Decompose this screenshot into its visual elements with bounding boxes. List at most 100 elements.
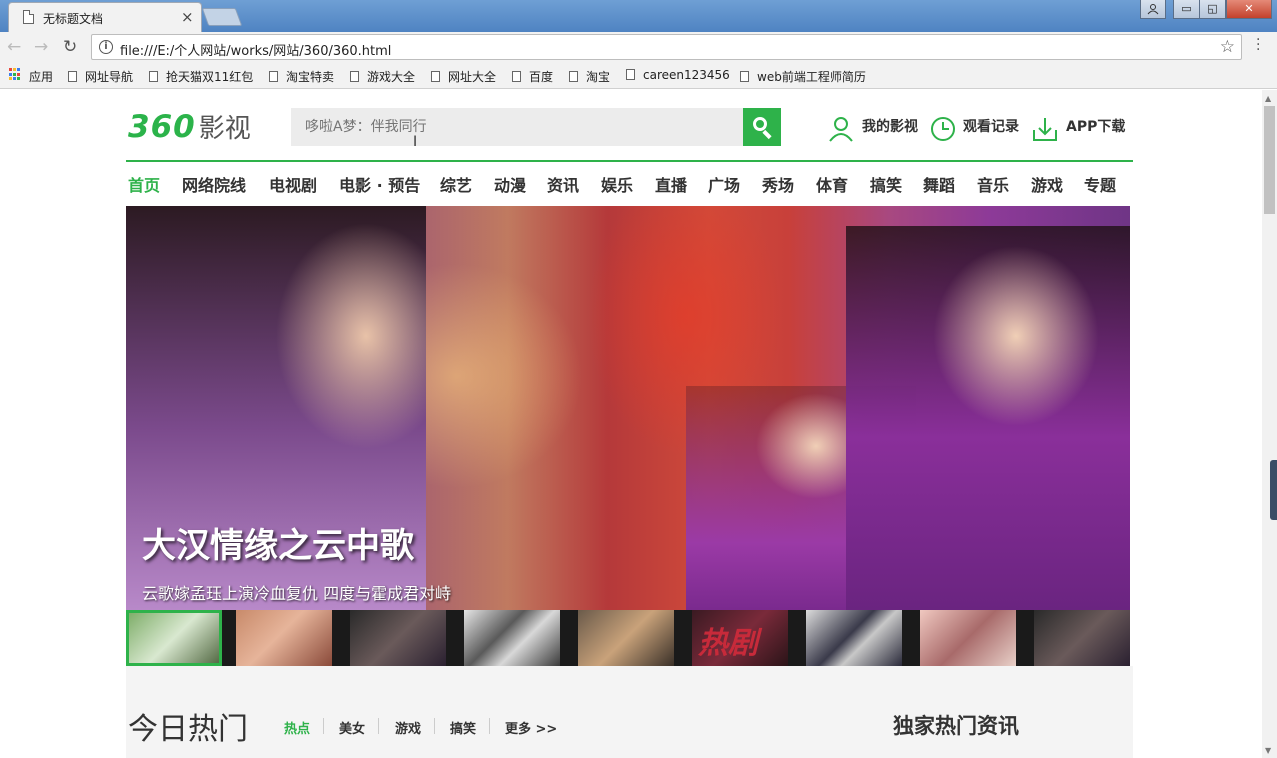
nav-home[interactable]: 首页 — [128, 172, 160, 196]
banner-image-right — [846, 226, 1130, 610]
thumbnail-item[interactable] — [806, 610, 902, 666]
main-nav: 首页 网络院线 电视剧 电影 · 预告 综艺 动漫 资讯 娱乐 直播 广场 秀场… — [126, 160, 1133, 206]
page-icon — [626, 69, 635, 80]
user-icon — [1147, 4, 1159, 15]
nav-web-cinema[interactable]: 网络院线 — [182, 172, 246, 196]
bookmark-item[interactable]: 游戏大全 — [350, 68, 415, 85]
search-input[interactable] — [291, 108, 743, 146]
page-icon — [149, 71, 158, 82]
browser-toolbar: ← → ↻ i file:///E:/个人网站/works/网站/360/360… — [0, 32, 1277, 62]
nav-entertainment[interactable]: 娱乐 — [601, 172, 633, 196]
scroll-up-icon[interactable]: ▲ — [1265, 94, 1271, 103]
search-box — [291, 108, 743, 146]
exclusive-news-title: 独家热门资讯 — [893, 714, 1019, 738]
url-text[interactable]: file:///E:/个人网站/works/网站/360/360.html — [120, 40, 391, 59]
nav-anime[interactable]: 动漫 — [494, 172, 526, 196]
scrollbar-thumb[interactable] — [1264, 106, 1275, 214]
tab-close-icon[interactable]: × — [181, 8, 194, 26]
bookmark-item[interactable]: web前端工程师简历 — [740, 68, 866, 85]
page-icon — [350, 71, 359, 82]
bookmark-item[interactable]: 淘宝特卖 — [269, 68, 334, 85]
tab-title: 无标题文档 — [43, 12, 104, 26]
nav-show[interactable]: 秀场 — [762, 172, 794, 196]
hot-tab-trending[interactable]: 热点 — [284, 718, 310, 737]
nav-sports[interactable]: 体育 — [816, 172, 848, 196]
thumbnail-item[interactable] — [126, 610, 222, 666]
bookmark-item[interactable]: 淘宝 — [569, 68, 610, 85]
nav-live[interactable]: 直播 — [655, 172, 687, 196]
download-icon[interactable] — [1032, 116, 1058, 142]
bookmark-star-icon[interactable]: ☆ — [1220, 37, 1235, 57]
nav-tv-series[interactable]: 电视剧 — [269, 172, 317, 196]
new-tab-button[interactable] — [201, 8, 243, 26]
user-icon[interactable] — [828, 116, 854, 142]
bookmark-item[interactable]: 百度 — [512, 68, 553, 85]
nav-square[interactable]: 广场 — [708, 172, 740, 196]
page-viewport: 360影视 I 我的影视 观看记录 APP下载 首页 网络院线 电视剧 电影 ·… — [0, 90, 1262, 758]
nav-topics[interactable]: 专题 — [1084, 172, 1116, 196]
nav-variety[interactable]: 综艺 — [440, 172, 472, 196]
search-button[interactable] — [743, 108, 781, 146]
thumbnail-item[interactable] — [1034, 610, 1130, 666]
scroll-down-icon[interactable]: ▼ — [1265, 746, 1271, 755]
bookmark-item[interactable]: careen123456 — [626, 68, 730, 82]
page-icon — [740, 71, 749, 82]
logo-number: 360 — [128, 109, 196, 145]
page-icon — [431, 71, 440, 82]
restore-button[interactable]: ◱ — [1199, 0, 1226, 19]
bookmark-item[interactable]: 网址大全 — [431, 68, 496, 85]
back-arrow-icon[interactable]: ← — [7, 37, 21, 57]
bookmark-item[interactable]: 抢天猫双11红包 — [149, 68, 253, 85]
close-window-button[interactable]: ✕ — [1226, 0, 1272, 19]
thumbnail-item[interactable]: 热剧 — [692, 610, 788, 666]
thumbnail-item[interactable] — [578, 610, 674, 666]
hero-banner[interactable]: 大汉情缘之云中歌 云歌嫁孟珏上演冷血复仇 四度与霍成君对峙 — [126, 206, 1130, 610]
nav-dance[interactable]: 舞蹈 — [923, 172, 955, 196]
nav-music[interactable]: 音乐 — [977, 172, 1009, 196]
text-cursor-icon: I — [413, 134, 418, 150]
thumbnail-item[interactable] — [350, 610, 446, 666]
history-link[interactable]: 观看记录 — [963, 116, 1019, 136]
hot-tab-games[interactable]: 游戏 — [395, 718, 421, 737]
hot-tab-more[interactable]: 更多 >> — [505, 718, 557, 737]
banner-title: 大汉情缘之云中歌 — [142, 526, 414, 566]
address-bar[interactable]: i file:///E:/个人网站/works/网站/360/360.html … — [91, 34, 1242, 60]
app-download-link[interactable]: APP下载 — [1066, 116, 1125, 136]
apps-grid-icon[interactable] — [9, 68, 22, 81]
my-videos-link[interactable]: 我的影视 — [862, 116, 918, 136]
thumbnail-item[interactable] — [920, 610, 1016, 666]
clock-icon[interactable] — [930, 116, 956, 142]
site-logo[interactable]: 360 影视 — [128, 108, 251, 145]
user-profile-button[interactable] — [1140, 0, 1166, 19]
menu-dots-icon[interactable]: · · · — [1256, 33, 1260, 57]
page-scrollbar[interactable]: ▲ ▼ — [1262, 90, 1277, 758]
hot-tab-funny[interactable]: 搞笑 — [450, 718, 476, 737]
page-icon — [269, 71, 278, 82]
banner-subtitle: 云歌嫁孟珏上演冷血复仇 四度与霍成君对峙 — [142, 584, 452, 603]
hot-drama-label: 热剧 — [698, 626, 758, 661]
thumbnail-item[interactable] — [236, 610, 332, 666]
nav-movie-trailer[interactable]: 电影 · 预告 — [339, 172, 420, 196]
bookmark-item[interactable]: 网址导航 — [68, 68, 133, 85]
page-icon — [569, 71, 578, 82]
browser-titlebar: 无标题文档 × ▭ ◱ ✕ — [0, 0, 1277, 32]
info-icon[interactable]: i — [99, 40, 113, 54]
forward-arrow-icon[interactable]: → — [34, 37, 48, 57]
hot-tab-beauty[interactable]: 美女 — [339, 718, 365, 737]
bookmark-apps[interactable]: 应用 — [29, 68, 53, 85]
document-icon — [23, 10, 34, 24]
thumbnail-item[interactable] — [464, 610, 560, 666]
bookmarks-bar: 应用 网址导航 抢天猫双11红包 淘宝特卖 游戏大全 网址大全 百度 淘宝 ca… — [0, 62, 1277, 89]
reload-icon[interactable]: ↻ — [63, 37, 77, 57]
page-icon — [68, 71, 77, 82]
hot-section-title: 今日热门 — [128, 712, 248, 747]
nav-news[interactable]: 资讯 — [547, 172, 579, 196]
banner-thumbnail-strip: 热剧 — [126, 610, 1130, 666]
minimize-button[interactable]: ▭ — [1173, 0, 1200, 19]
nav-games[interactable]: 游戏 — [1031, 172, 1063, 196]
browser-tab[interactable]: 无标题文档 × — [8, 2, 202, 32]
hot-section: 今日热门 热点 美女 游戏 搞笑 更多 >> 独家热门资讯 — [126, 666, 1133, 758]
nav-funny[interactable]: 搞笑 — [870, 172, 902, 196]
page-icon — [512, 71, 521, 82]
side-float-tab[interactable] — [1270, 460, 1277, 520]
